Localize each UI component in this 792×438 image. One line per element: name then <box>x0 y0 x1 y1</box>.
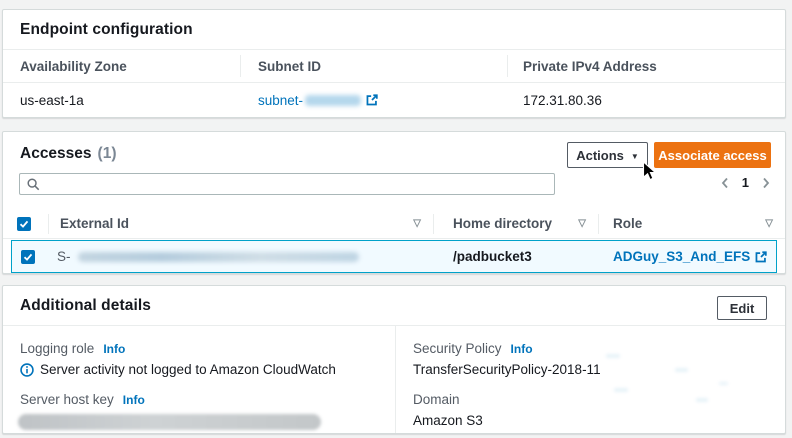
info-link[interactable]: Info <box>511 342 533 356</box>
actions-button[interactable]: Actions ▼ <box>567 142 648 168</box>
column-external-id[interactable]: External Id ▽ <box>48 209 433 238</box>
info-link[interactable]: Info <box>103 342 125 356</box>
domain-value: Amazon S3 <box>413 413 769 428</box>
endpoint-table-header: Availability Zone Subnet ID Private IPv4… <box>3 50 785 83</box>
external-id-redaction <box>78 252 359 262</box>
current-page-number[interactable]: 1 <box>742 175 749 190</box>
role-link[interactable]: ADGuy_S3_And_EFS <box>613 249 768 264</box>
sort-icon[interactable]: ▽ <box>765 218 773 229</box>
details-right-column: Security Policy Info TransferSecurityPol… <box>395 326 785 433</box>
associate-access-button[interactable]: Associate access <box>654 142 771 168</box>
mouse-cursor <box>642 161 657 182</box>
endpoint-configuration-title: Endpoint configuration <box>20 21 193 39</box>
accesses-panel: Accesses(1) Actions ▼ Associate access 1… <box>2 131 786 274</box>
redaction-smudge <box>719 382 728 385</box>
subnet-id-redaction <box>305 95 361 106</box>
server-host-key-label: Server host key Info <box>20 392 379 407</box>
security-policy-label: Security Policy Info <box>413 341 769 356</box>
pagination: 1 <box>721 175 770 190</box>
accesses-table-header: External Id ▽ Home directory ▽ Role ▽ <box>3 209 785 239</box>
access-table-row-selected[interactable]: S- /padbucket3 ADGuy_S3_And_EFS <box>11 240 777 273</box>
search-box[interactable] <box>19 173 555 195</box>
server-host-key-redaction <box>18 414 321 430</box>
domain-label: Domain <box>413 392 769 407</box>
column-home-directory[interactable]: Home directory ▽ <box>433 209 598 238</box>
column-subnet-id: Subnet ID <box>240 50 507 82</box>
column-availability-zone: Availability Zone <box>3 50 240 82</box>
search-input[interactable] <box>46 175 554 193</box>
logging-role-value: Server activity not logged to Amazon Clo… <box>20 362 379 377</box>
redaction-smudge <box>675 368 688 372</box>
accesses-title: Accesses(1) <box>20 145 117 163</box>
external-link-icon <box>365 93 379 107</box>
redaction-smudge <box>606 354 620 358</box>
sort-icon[interactable]: ▽ <box>578 218 586 229</box>
info-circle-icon <box>20 363 34 377</box>
endpoint-configuration-panel: Endpoint configuration Availability Zone… <box>2 9 786 118</box>
check-icon <box>23 252 33 262</box>
logging-role-label: Logging role Info <box>20 341 379 356</box>
external-link-icon <box>754 250 768 264</box>
column-role[interactable]: Role ▽ <box>598 209 785 238</box>
column-private-ipv4: Private IPv4 Address <box>507 50 785 82</box>
redaction-smudge <box>696 398 708 402</box>
security-policy-value: TransferSecurityPolicy-2018-11 <box>413 362 769 377</box>
home-directory-cell: /padbucket3 <box>434 241 599 272</box>
row-checkbox[interactable] <box>21 250 35 264</box>
subnet-link[interactable]: subnet- <box>258 93 379 108</box>
accesses-count: (1) <box>98 145 117 162</box>
redaction-smudge <box>614 388 628 392</box>
select-all-checkbox[interactable] <box>17 217 31 231</box>
additional-details-panel: Additional details Edit Logging role Inf… <box>2 285 786 434</box>
additional-details-title: Additional details <box>20 297 151 315</box>
search-icon <box>27 178 40 191</box>
sort-icon[interactable]: ▽ <box>413 218 421 229</box>
edit-button[interactable]: Edit <box>717 296 767 320</box>
info-link[interactable]: Info <box>123 393 145 407</box>
details-left-column: Logging role Info Server activity not lo… <box>3 326 395 433</box>
next-page-button[interactable] <box>762 177 770 189</box>
previous-page-button[interactable] <box>721 177 729 189</box>
private-ipv4-value: 172.31.80.36 <box>507 83 785 117</box>
endpoint-table-row: us-east-1a subnet- 172.31.80.36 <box>3 83 785 117</box>
check-icon <box>19 219 29 229</box>
availability-zone-value: us-east-1a <box>3 83 240 117</box>
caret-down-icon: ▼ <box>631 152 639 161</box>
external-id-cell: S- <box>49 241 434 272</box>
